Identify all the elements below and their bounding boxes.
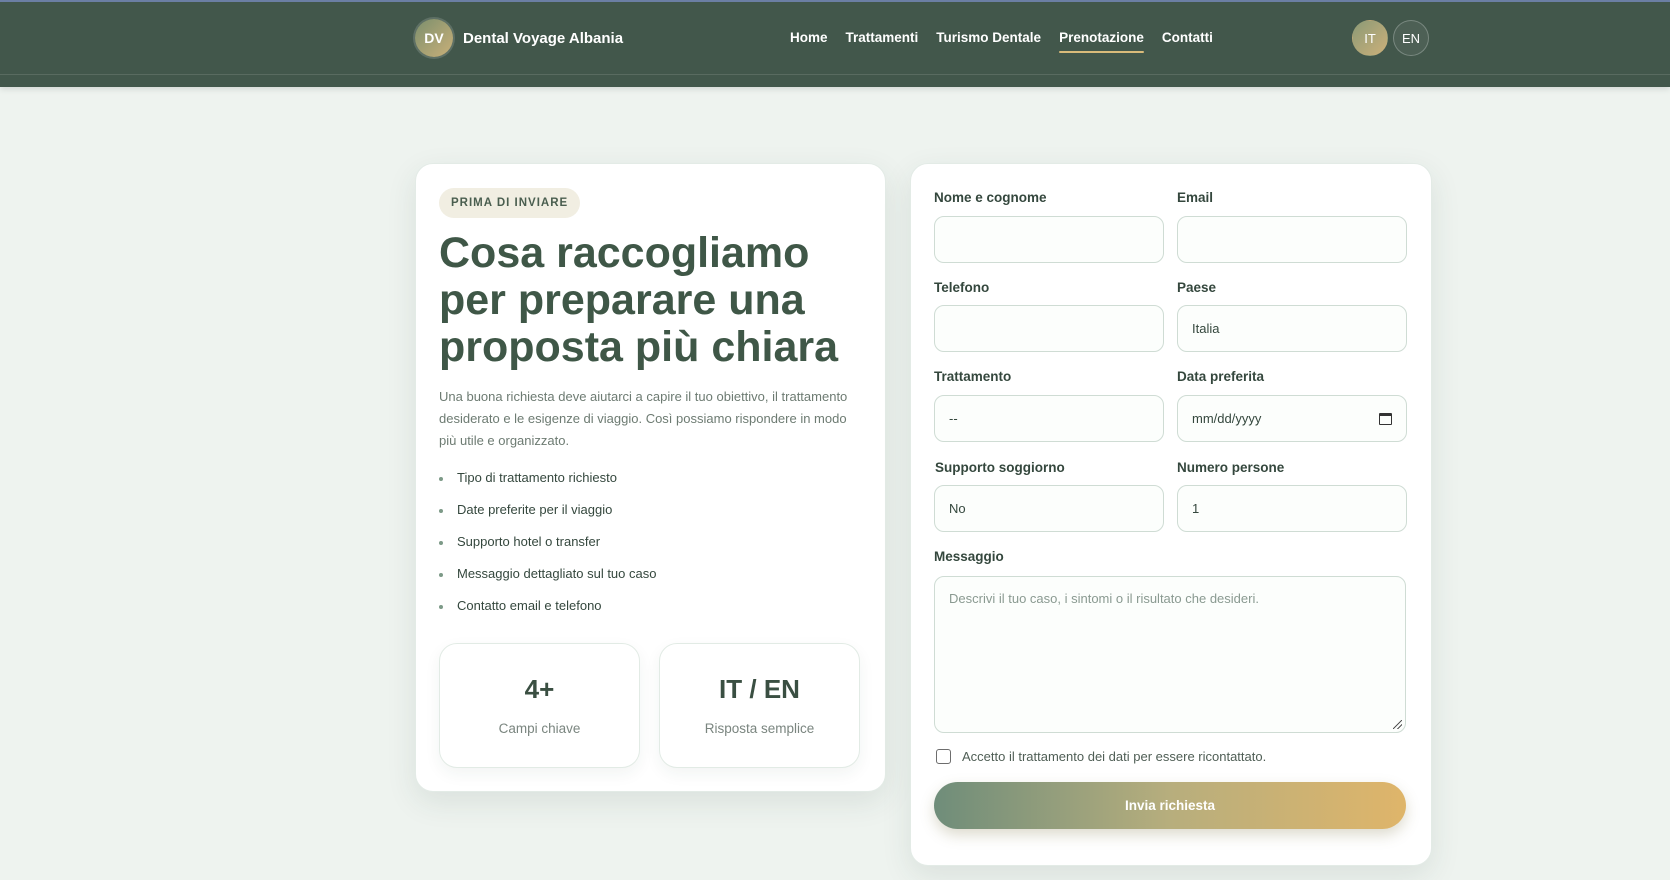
stat-label: Risposta semplice: [704, 721, 815, 736]
treatment-value: --: [949, 411, 958, 426]
calendar-icon[interactable]: [1379, 412, 1392, 425]
stat-card-fields: 4+ Campi chiave: [439, 643, 640, 768]
people-value: 1: [1192, 501, 1200, 516]
brand-logo: DV: [415, 19, 453, 57]
people-label: Numero persone: [1177, 460, 1285, 475]
message-placeholder: Descrivi il tuo caso, i sintomi o il ris…: [949, 591, 1259, 606]
stat-label: Campi chiave: [498, 721, 581, 736]
country-label: Paese: [1177, 280, 1217, 295]
country-input[interactable]: Italia: [1177, 305, 1407, 352]
bullet-icon: [439, 541, 443, 545]
stat-card-languages: IT / EN Risposta semplice: [659, 643, 860, 768]
message-textarea[interactable]: Descrivi il tuo caso, i sintomi o il ris…: [934, 576, 1406, 733]
booking-form: Nome e cognome Email Telefono Paese Ital…: [910, 163, 1432, 866]
phone-label: Telefono: [934, 280, 990, 295]
main-nav: Home Trattamenti Turismo Dentale Prenota…: [790, 30, 1231, 53]
intro-text: Una buona richiesta deve aiutarci a capi…: [439, 389, 848, 448]
page-title: Cosa raccogliamo per preparare una propo…: [439, 229, 839, 371]
treatment-label: Trattamento: [934, 369, 1012, 384]
info-card: PRIMA DI INVIARE Cosa raccogliamo per pr…: [415, 163, 886, 792]
language-switcher: IT EN: [1347, 20, 1429, 56]
list-item: Messaggio dettagliato sul tuo caso: [439, 566, 656, 598]
lang-it-button[interactable]: IT: [1352, 20, 1388, 56]
stat-value: IT / EN: [719, 674, 800, 704]
stay-label: Supporto soggiorno: [935, 460, 1065, 475]
resize-handle-icon[interactable]: [1393, 720, 1402, 729]
list-item-label: Date preferite per il viaggio: [457, 502, 613, 517]
name-input[interactable]: [934, 216, 1164, 263]
stay-select[interactable]: No: [934, 485, 1164, 532]
email-input[interactable]: [1177, 216, 1407, 263]
email-label: Email: [1177, 190, 1214, 205]
bullet-icon: [439, 605, 443, 609]
lang-en-button[interactable]: EN: [1393, 20, 1429, 56]
nav-turismo-dentale[interactable]: Turismo Dentale: [936, 30, 1041, 53]
stat-value: 4+: [524, 674, 555, 704]
header-divider: [0, 74, 1670, 75]
list-item-label: Tipo di trattamento richiesto: [457, 470, 617, 485]
list-item: Date preferite per il viaggio: [439, 502, 656, 534]
section-badge: PRIMA DI INVIARE: [439, 188, 581, 218]
date-value: mm/dd/yyyy: [1192, 411, 1262, 426]
list-item: Tipo di trattamento richiesto: [439, 470, 656, 502]
message-label: Messaggio: [934, 549, 1004, 564]
stay-value: No: [949, 501, 966, 516]
brand[interactable]: DV Dental Voyage Albania: [415, 19, 623, 57]
phone-input[interactable]: [934, 305, 1164, 352]
top-navigation-bar: DV Dental Voyage Albania Home Trattament…: [0, 0, 1670, 87]
nav-prenotazione[interactable]: Prenotazione: [1059, 30, 1144, 53]
nav-trattamenti[interactable]: Trattamenti: [846, 30, 919, 53]
bullet-icon: [439, 509, 443, 513]
consent-row: Accetto il trattamento dei dati per esse…: [936, 749, 1266, 764]
submit-button[interactable]: Invia richiesta: [934, 782, 1406, 829]
people-input[interactable]: 1: [1177, 485, 1407, 532]
consent-label: Accetto il trattamento dei dati per esse…: [962, 749, 1267, 764]
brand-name: Dental Voyage Albania: [463, 29, 624, 47]
list-item: Supporto hotel o transfer: [439, 534, 656, 566]
list-item-label: Messaggio dettagliato sul tuo caso: [457, 566, 657, 581]
list-item: Contatto email e telefono: [439, 598, 656, 630]
list-item-label: Supporto hotel o transfer: [457, 534, 601, 549]
date-label: Data preferita: [1177, 369, 1265, 384]
country-value: Italia: [1192, 321, 1220, 336]
name-label: Nome e cognome: [934, 190, 1047, 205]
consent-checkbox[interactable]: [936, 749, 951, 764]
bullet-icon: [439, 573, 443, 577]
date-input[interactable]: mm/dd/yyyy: [1177, 395, 1407, 442]
treatment-select[interactable]: --: [934, 395, 1164, 442]
feature-list: Tipo di trattamento richiesto Date prefe…: [439, 470, 656, 630]
nav-home[interactable]: Home: [790, 30, 828, 53]
bullet-icon: [439, 477, 443, 481]
list-item-label: Contatto email e telefono: [457, 598, 602, 613]
nav-contatti[interactable]: Contatti: [1162, 30, 1213, 53]
